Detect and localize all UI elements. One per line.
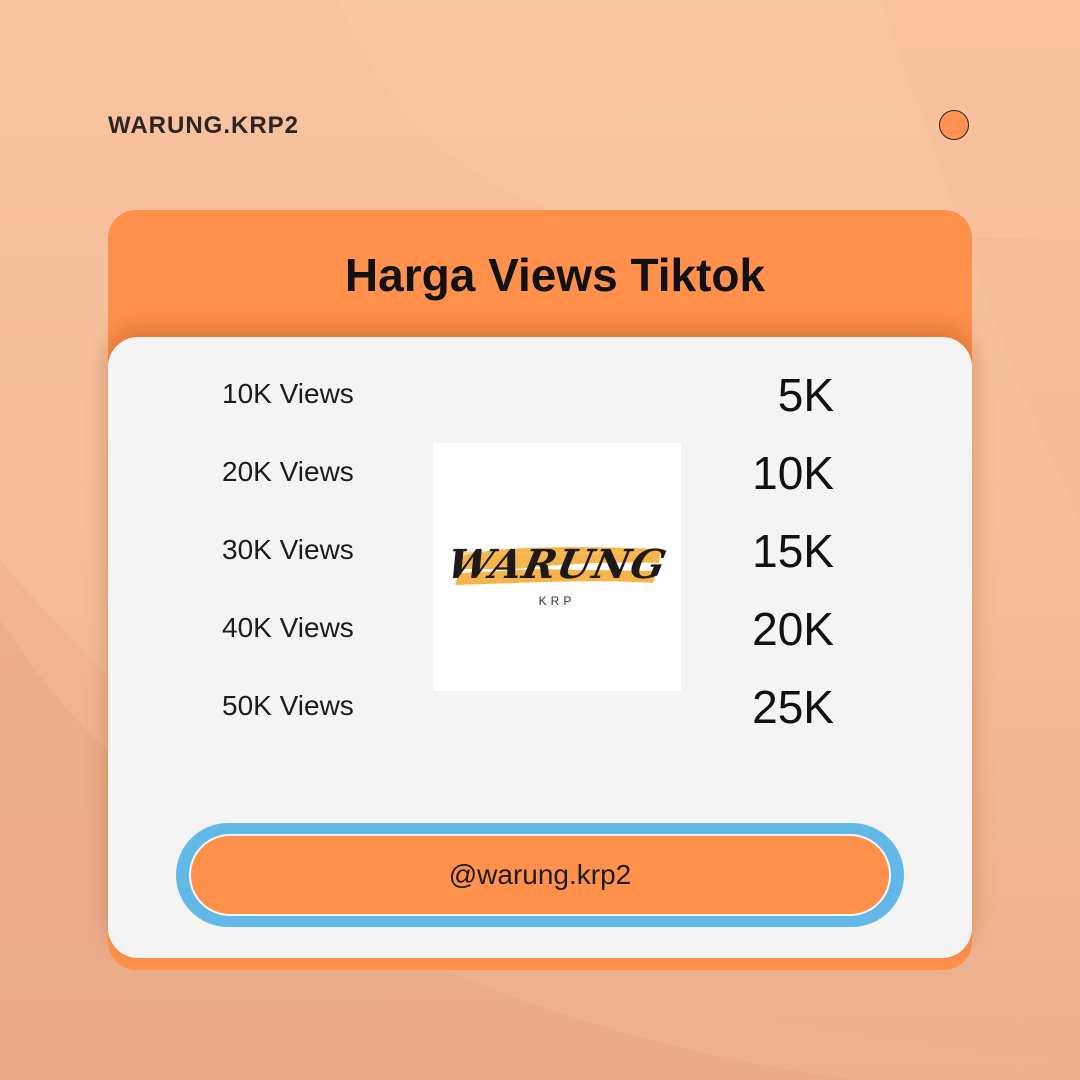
row-price: 25K [752, 681, 834, 733]
row-price: 5K [777, 369, 834, 421]
row-label: 30K Views [222, 534, 354, 565]
row-label: 50K Views [222, 690, 354, 721]
logo-wordmark: WARUNG [442, 541, 672, 588]
social-handle-button[interactable]: @warung.krp2 [189, 834, 891, 916]
decorative-dot [939, 110, 969, 140]
row-price: 20K [752, 603, 834, 655]
brand-logo: WARUNG KRP [433, 443, 681, 691]
brand-name: WARUNG.KRP2 [108, 112, 300, 139]
row-price: 15K [752, 525, 834, 577]
row-label: 10K Views [222, 378, 354, 409]
row-label: 40K Views [222, 612, 354, 643]
card-title: Harga Views Tiktok [344, 249, 766, 301]
row-price: 10K [752, 447, 834, 499]
logo-subtext: KRP [538, 594, 576, 608]
row-label: 20K Views [222, 456, 354, 487]
